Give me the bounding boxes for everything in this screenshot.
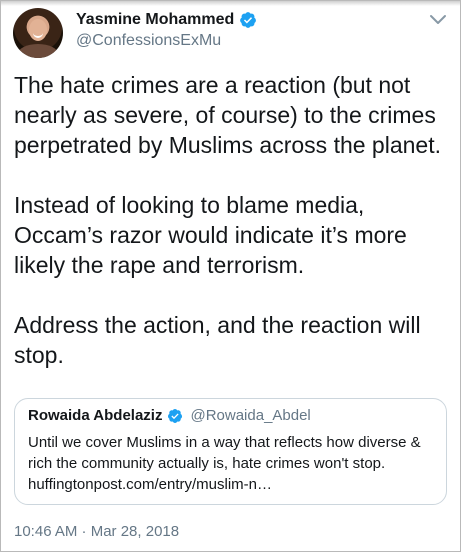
verified-badge-icon bbox=[240, 12, 257, 28]
tweet-timestamp[interactable]: 10:46 AM · Mar 28, 2018 bbox=[14, 523, 179, 540]
cropped-previous-tweet-edge bbox=[1, 1, 460, 6]
author-avatar[interactable] bbox=[13, 8, 63, 58]
verified-badge-icon bbox=[168, 408, 183, 423]
quoted-tweet-text: Until we cover Muslims in a way that ref… bbox=[28, 432, 438, 495]
tweet-card: Yasmine Mohammed @ConfessionsExMu The ha… bbox=[0, 0, 461, 552]
author-name-row: Yasmine Mohammed bbox=[76, 11, 257, 29]
tweet-body: The hate crimes are a reaction (but not … bbox=[14, 70, 450, 400]
quoted-author-row: Rowaida Abdelaziz @Rowaida_Abdel bbox=[28, 407, 311, 424]
chevron-down-icon[interactable] bbox=[429, 13, 447, 27]
quoted-text-line: rich the community actually is, hate cri… bbox=[28, 455, 386, 472]
avatar-shoulders bbox=[18, 44, 58, 58]
quoted-link[interactable]: huffingtonpost.com/entry/muslim-n… bbox=[28, 474, 438, 495]
author-name[interactable]: Yasmine Mohammed bbox=[76, 11, 234, 29]
quoted-author-handle: @Rowaida_Abdel bbox=[190, 407, 311, 424]
quoted-tweet[interactable]: Rowaida Abdelaziz @Rowaida_Abdel Until w… bbox=[14, 398, 447, 505]
tweet-paragraph: Address the action, and the reaction wil… bbox=[14, 312, 421, 368]
tweet-paragraph: Instead of looking to blame media, Occam… bbox=[14, 192, 407, 278]
tweet-paragraph: The hate crimes are a reaction (but not … bbox=[14, 72, 441, 158]
quoted-author-name: Rowaida Abdelaziz bbox=[28, 407, 163, 424]
quoted-text-line: Until we cover Muslims in a way that ref… bbox=[28, 434, 421, 451]
author-handle[interactable]: @ConfessionsExMu bbox=[76, 32, 221, 50]
